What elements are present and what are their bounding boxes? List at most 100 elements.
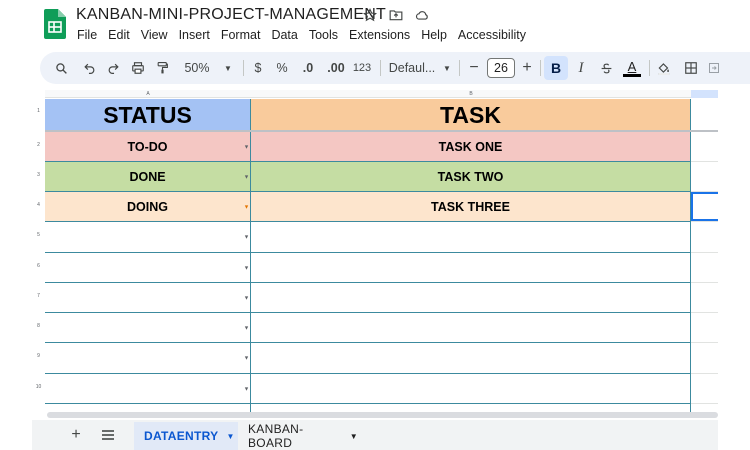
empty-cell[interactable] <box>691 313 718 343</box>
empty-cell[interactable] <box>691 404 718 412</box>
search-menus-icon[interactable] <box>52 52 70 84</box>
row-header[interactable]: 9 <box>32 353 45 359</box>
print-icon[interactable] <box>129 52 147 84</box>
font-chevron-down-icon[interactable]: ▼ <box>441 52 453 84</box>
decrease-font-size-button[interactable]: − <box>467 52 481 84</box>
document-title[interactable]: KANBAN-MINI-PROJECT-MANAGEMENT <box>76 6 386 24</box>
task-cell[interactable] <box>251 222 691 253</box>
cloud-status-icon[interactable] <box>414 7 430 23</box>
dropdown-chevron-icon[interactable]: ▾ <box>245 385 248 392</box>
chevron-down-icon[interactable]: ▼ <box>350 432 358 441</box>
empty-cell[interactable] <box>691 222 718 253</box>
font-family-select[interactable]: Defaul... <box>388 52 436 84</box>
row-header[interactable]: 1 <box>32 108 45 114</box>
menu-data[interactable]: Data <box>271 28 297 42</box>
empty-cell[interactable] <box>691 253 718 283</box>
increase-font-size-button[interactable]: + <box>520 52 534 84</box>
dropdown-chevron-icon[interactable]: ▾ <box>245 355 248 362</box>
menu-view[interactable]: View <box>141 28 168 42</box>
menu-format[interactable]: Format <box>221 28 261 42</box>
empty-cell[interactable] <box>691 374 718 404</box>
dropdown-chevron-icon[interactable]: ▾ <box>245 294 248 301</box>
task-cell[interactable] <box>251 313 691 343</box>
status-cell[interactable]: ▾ <box>45 222 251 253</box>
menu-file[interactable]: File <box>77 28 97 42</box>
fill-color-icon[interactable] <box>655 52 673 84</box>
status-cell[interactable]: DOING ▾ <box>45 192 251 222</box>
paint-format-icon[interactable] <box>153 52 171 84</box>
move-folder-icon[interactable] <box>388 7 404 23</box>
percent-format-button[interactable]: % <box>274 52 290 84</box>
status-cell[interactable]: DONE ▾ <box>45 162 251 192</box>
currency-format-button[interactable]: $ <box>250 52 266 84</box>
status-cell[interactable] <box>45 404 251 412</box>
decrease-decimal-button[interactable]: .0 <box>298 52 318 84</box>
dropdown-chevron-icon[interactable]: ▾ <box>245 143 248 150</box>
empty-cell[interactable] <box>691 99 718 131</box>
menu-insert[interactable]: Insert <box>179 28 210 42</box>
star-icon[interactable] <box>362 7 378 23</box>
redo-icon[interactable] <box>104 52 122 84</box>
merge-cells-icon[interactable] <box>708 52 720 84</box>
row-header[interactable]: 7 <box>32 293 45 299</box>
strikethrough-icon[interactable] <box>597 52 615 84</box>
dropdown-chevron-icon[interactable]: ▾ <box>245 234 248 241</box>
spreadsheet-grid[interactable]: A B 1 2 3 4 5 6 7 8 9 10 STATUS TASK TO-… <box>0 90 750 412</box>
menu-edit[interactable]: Edit <box>108 28 130 42</box>
task-header-cell[interactable]: TASK <box>251 99 691 131</box>
sheets-logo-icon[interactable] <box>44 9 66 39</box>
task-cell[interactable]: TASK TWO <box>251 162 691 192</box>
italic-button[interactable]: I <box>572 52 590 84</box>
row-header[interactable]: 3 <box>32 172 45 178</box>
status-cell[interactable]: ▾ <box>45 283 251 313</box>
text-color-button[interactable]: A <box>622 52 642 84</box>
task-cell[interactable]: TASK THREE <box>251 192 691 222</box>
row-header[interactable]: 5 <box>32 232 45 238</box>
row-header[interactable]: 4 <box>32 202 45 208</box>
column-header-b[interactable]: B <box>251 90 691 98</box>
more-formats-button[interactable]: 123 <box>351 52 373 84</box>
empty-cell[interactable] <box>691 283 718 313</box>
status-cell[interactable]: ▾ <box>45 374 251 404</box>
column-header-a[interactable]: A <box>45 90 251 98</box>
menu-accessibility[interactable]: Accessibility <box>458 28 526 42</box>
task-cell[interactable] <box>251 253 691 283</box>
add-sheet-icon[interactable]: + <box>68 426 84 444</box>
status-cell[interactable]: ▾ <box>45 343 251 374</box>
sheet-tab-dataentry[interactable]: DATAENTRY ▼ <box>134 422 238 450</box>
row-header[interactable]: 2 <box>32 142 45 148</box>
horizontal-scrollbar[interactable] <box>47 412 718 418</box>
dropdown-chevron-icon[interactable]: ▾ <box>245 264 248 271</box>
empty-cell[interactable] <box>691 162 718 192</box>
status-header-cell[interactable]: STATUS <box>45 99 251 131</box>
undo-icon[interactable] <box>80 52 98 84</box>
bold-button[interactable]: B <box>544 56 568 80</box>
menu-extensions[interactable]: Extensions <box>349 28 410 42</box>
row-header[interactable]: 10 <box>32 384 45 390</box>
task-cell[interactable] <box>251 404 691 412</box>
task-cell[interactable] <box>251 374 691 404</box>
task-cell[interactable] <box>251 283 691 313</box>
task-cell[interactable] <box>251 343 691 374</box>
status-cell[interactable]: TO-DO ▾ <box>45 132 251 162</box>
chevron-down-icon[interactable]: ▼ <box>226 432 234 441</box>
menu-tools[interactable]: Tools <box>309 28 338 42</box>
zoom-chevron-down-icon[interactable]: ▼ <box>222 52 234 84</box>
sheet-tab-kanban-board[interactable]: KANBAN-BOARD ▼ <box>238 422 368 450</box>
status-cell[interactable]: ▾ <box>45 313 251 343</box>
status-cell[interactable]: ▾ <box>45 253 251 283</box>
empty-cell[interactable] <box>691 132 718 162</box>
zoom-value[interactable]: 50% <box>181 52 213 84</box>
borders-icon[interactable] <box>682 52 700 84</box>
row-header[interactable]: 6 <box>32 263 45 269</box>
row-header[interactable]: 8 <box>32 323 45 329</box>
increase-decimal-button[interactable]: .00 <box>325 52 347 84</box>
all-sheets-menu-icon[interactable] <box>100 427 116 443</box>
dropdown-chevron-icon[interactable]: ▾ <box>245 203 248 210</box>
selected-cell[interactable] <box>691 192 718 222</box>
task-cell[interactable]: TASK ONE <box>251 132 691 162</box>
empty-cell[interactable] <box>691 343 718 374</box>
dropdown-chevron-icon[interactable]: ▾ <box>245 324 248 331</box>
dropdown-chevron-icon[interactable]: ▾ <box>245 173 248 180</box>
font-size-input[interactable]: 26 <box>487 58 515 78</box>
